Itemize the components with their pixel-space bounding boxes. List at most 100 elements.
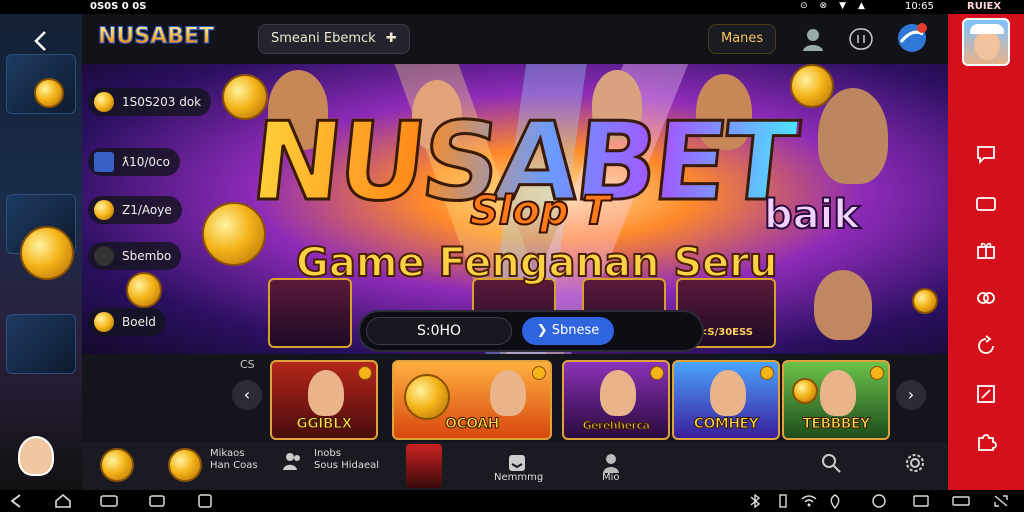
top-bar: NUSABET Smeani Ebemck ✚ Manes [82,14,948,64]
nav-item-community[interactable]: Inobs Sous Hidaeal [314,448,379,472]
side-pill-label: Sbembo [122,249,172,263]
gift-icon[interactable] [974,238,998,262]
coin-icon [94,200,114,220]
status-bar: 0S0S 0 0S ⊙ ⊗ ▼ ▲ 10:65 RUIEX [0,0,1024,14]
chevron-icon: ❯ [536,323,552,338]
left-backdrop [0,14,82,490]
game-card[interactable]: OCOAH [392,360,552,440]
settings-icon [94,246,114,266]
inbox-icon[interactable] [506,452,528,474]
chat-icon[interactable] [974,142,998,166]
bluetooth-icon [750,493,761,509]
status-time: 0S0S 0 0S [90,1,147,12]
battery-indicator: 10:65 [905,1,934,12]
gear-icon[interactable] [904,452,926,474]
plus-icon: ✚ [385,31,397,46]
arcade-cabinet-decor [6,314,76,374]
globe-icon[interactable] [896,22,928,54]
rail-label: RUIEX [967,1,1002,12]
game-card[interactable]: Gerehherca [562,360,670,440]
character-art [818,88,888,184]
coin-icon [94,312,114,332]
refresh-icon[interactable] [974,334,998,358]
home-nav-icon[interactable] [54,493,72,509]
expand-icon[interactable] [992,493,1010,509]
coin-nav-icon[interactable] [100,448,134,482]
edit-icon[interactable] [974,382,998,406]
search-chip[interactable]: Smeani Ebemck ✚ [258,24,410,54]
screen-icon[interactable] [952,493,970,509]
window-icon[interactable] [196,493,214,509]
right-rail [948,14,1024,490]
brand-logo[interactable]: NUSABET [98,24,215,50]
cast-icon[interactable] [912,493,930,509]
nav-item-messages[interactable]: Nemmmg [494,472,543,484]
submit-button-label: Sbnese [551,323,600,338]
hero-slot-text: Slop T [469,187,611,235]
side-pill-label: Boeld [122,315,156,329]
system-nav-bar [0,490,1024,512]
coin-decor [912,288,938,314]
puzzle-icon[interactable] [974,430,998,454]
user-icon[interactable] [800,26,826,52]
player-avatar[interactable] [406,444,442,488]
side-pill[interactable]: 1S0S203 dok [88,88,212,116]
game-card[interactable]: GGIBLX [270,360,378,440]
wifi-icon [801,495,817,507]
back-nav-icon[interactable] [8,493,26,509]
side-pill[interactable]: Boeld [88,308,166,336]
card-icon[interactable] [974,192,998,216]
app-screen: 0S0S 0 0S ⊙ ⊗ ▼ ▲ 10:65 RUIEX NUSABET Sm… [0,0,1024,512]
vibrate-icon [779,494,787,508]
hero-banner[interactable]: <S/30ESS NUSABET Slop T baik Game Fengan… [82,64,948,354]
carousel-tab[interactable]: CS [240,358,255,371]
game-card[interactable]: COMHEY [672,360,780,440]
nav-item-profile[interactable]: Mio [602,472,620,484]
back-button[interactable] [26,26,56,56]
side-pill-label: Z1/Aoye [122,203,172,217]
carousel-prev-button[interactable]: ‹ [232,380,262,410]
nav-sublabel: Sous Hidaeal [314,460,380,471]
profile-icon[interactable] [600,452,622,474]
side-pill[interactable]: ƛ10/0co [88,148,180,176]
status-icon: ⊗ [819,1,828,11]
menus-button[interactable]: Manes [708,24,777,54]
bottom-nav: Mikaos Han Coas Inobs Sous Hidaeal Nemmm… [82,442,948,490]
chevron-left-icon [34,31,46,51]
location-icon [830,494,840,509]
status-icon: ⊙ [800,1,808,11]
carousel-next-button[interactable]: › [896,380,926,410]
side-pill[interactable]: Z1/Aoye [88,196,182,224]
side-pill-label: 1S0S203 dok [122,95,202,109]
wifi-icon: ▼ [839,1,847,11]
nav-sublabel: Han Coas [210,460,258,471]
profile-avatar[interactable] [962,18,1010,66]
nav-item-rewards[interactable]: Mikaos Han Coas [210,448,258,472]
amount-input[interactable]: S:0HO [366,317,512,345]
coin-decor [126,272,162,308]
game-card[interactable]: TEBBBEY [782,360,890,440]
hero-baik-text: baik [763,191,861,239]
status-icons: ⊙ ⊗ ▼ ▲ [800,1,865,11]
side-pill-label: ƛ10/0co [122,155,170,169]
hero-subtitle: Game Fenganan Seru [295,239,779,287]
nav-label: Mikaos [210,448,245,459]
flag-icon [94,152,114,172]
coin-icon [94,92,114,112]
recent-apps-icon[interactable] [148,493,166,509]
search-chip-label: Smeani Ebemck [271,31,376,46]
character-art [814,270,872,340]
side-pill[interactable]: Sbembo [88,242,182,270]
coin-decor [34,78,64,108]
user-avatar-small[interactable] [18,436,54,476]
mini-game-tile[interactable] [268,278,352,348]
coin-nav-icon[interactable] [168,448,202,482]
menu-icon[interactable] [848,26,874,52]
users-icon[interactable] [282,450,304,472]
signal-icon: ▲ [858,1,865,11]
keyboard-icon[interactable] [100,493,118,509]
coin-decor [20,226,74,280]
submit-button[interactable]: ❯ Sbnese [522,317,614,345]
search-icon[interactable] [820,452,842,474]
link-icon[interactable] [974,286,998,310]
